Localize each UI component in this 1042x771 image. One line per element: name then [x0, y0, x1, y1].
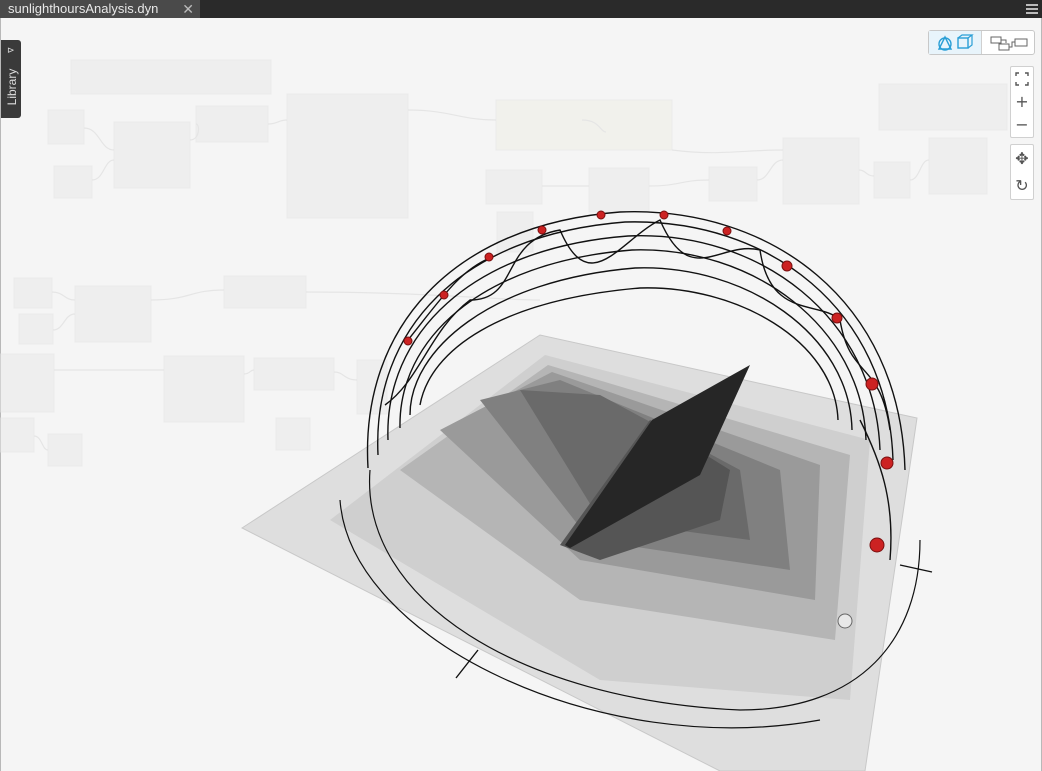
zoom-extents-button[interactable]: [1011, 67, 1033, 90]
camera-controls: ✥ ↻: [1010, 144, 1034, 200]
zoom-in-button[interactable]: +: [1011, 90, 1033, 113]
orbit-button[interactable]: ↻: [1011, 172, 1033, 199]
view-mode-toggle: [928, 30, 1035, 55]
graph-view-button[interactable]: [982, 31, 1034, 54]
analysis-ground-plane: [240, 334, 918, 771]
zoom-controls: + −: [1010, 66, 1034, 138]
expand-library-icon: ⊳: [7, 46, 15, 56]
zoom-extents-icon: [1015, 71, 1029, 86]
geometry-shapes-icon: [937, 34, 974, 51]
geometry-viewport[interactable]: [0, 0, 1042, 771]
geometry-view-button[interactable]: [929, 31, 982, 54]
library-toggle[interactable]: ⊳ Library: [1, 40, 21, 118]
current-sun-sphere: [837, 613, 853, 629]
pan-button[interactable]: ✥: [1011, 145, 1033, 172]
node-graph-icon: [990, 36, 1028, 51]
zoom-out-button[interactable]: −: [1011, 113, 1033, 136]
library-label: Library: [5, 68, 19, 106]
